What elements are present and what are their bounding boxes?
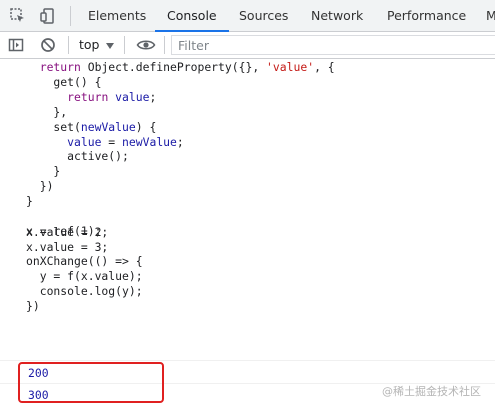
chevron-down-icon[interactable] [106,43,114,49]
toolbar-divider [124,36,125,54]
show-sidebar-icon[interactable] [8,37,24,53]
devtools-tab-bar: Elements Console Sources Network Perform… [0,0,495,32]
code-line: get() { [26,74,102,89]
highlight-box [18,362,164,403]
tab-performance[interactable]: Performance [387,0,466,31]
code-line: onXChange(() => { [26,253,143,268]
code-block-1: return Object.defineProperty({}, 'value'… [26,60,335,313]
tab-bar-divider [70,6,71,26]
code-line: } [26,164,61,179]
code-line: active(); [26,149,129,164]
context-selector[interactable]: top [79,37,99,52]
console-panel: return Object.defineProperty({}, 'value'… [0,59,495,406]
code-line: console.log(y); [26,283,143,298]
tab-console[interactable]: Console [155,0,229,32]
inspect-element-icon[interactable] [9,7,27,25]
code-line: set(newValue) { [26,119,157,134]
tab-elements[interactable]: Elements [88,0,146,31]
message-divider [0,360,495,361]
code-line: value = newValue; [67,134,184,149]
tab-network[interactable]: Network [311,0,363,31]
toolbar-divider [68,36,69,54]
live-expression-eye-icon[interactable] [136,37,156,53]
code-line: }) [26,179,54,194]
code-line: x.value = 3; [26,239,109,254]
tab-overflow-m[interactable]: M [486,0,495,31]
code-line: y = f(x.value); [26,268,143,283]
code-line: }) [26,298,40,313]
watermark: @稀土掘金技术社区 [382,385,481,398]
code-line: return value; [67,89,157,104]
filter-input[interactable] [171,35,495,55]
code-line: return Object.defineProperty({}, 'value'… [39,60,335,74]
console-toolbar: top [0,32,495,59]
device-toolbar-icon[interactable] [39,7,57,25]
code-block-2: x.value = 2; x.value = 3; [26,225,108,255]
code-line: }, [26,104,68,119]
toolbar-divider [164,36,165,54]
tab-sources[interactable]: Sources [239,0,288,31]
clear-console-icon[interactable] [40,37,56,53]
code-line: } [26,194,33,209]
code-line: x.value = 2; [26,225,109,239]
